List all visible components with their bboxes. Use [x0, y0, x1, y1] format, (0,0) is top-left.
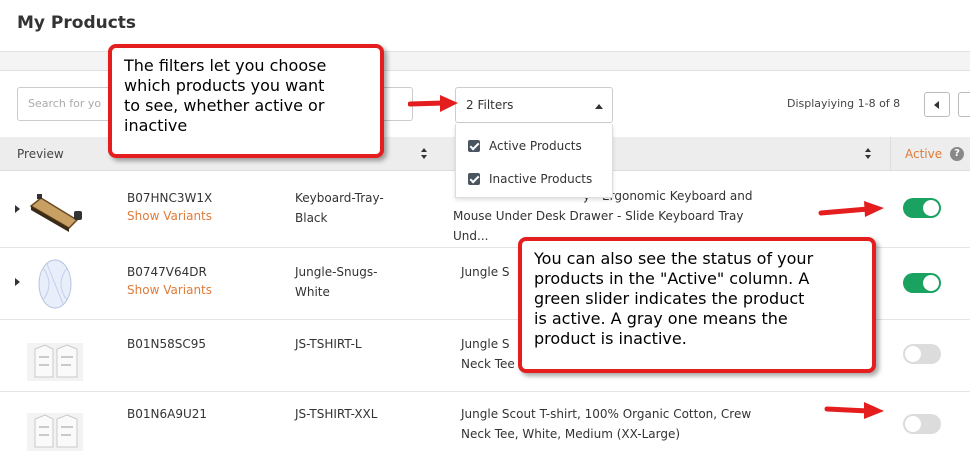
filters-menu: Active Products Inactive Products: [455, 124, 613, 198]
product-name: Jungle S: [461, 265, 510, 279]
filters-dropdown[interactable]: 2 Filters: [455, 87, 613, 123]
active-toggle[interactable]: [903, 414, 941, 434]
checkbox-checked-icon[interactable]: [468, 173, 480, 185]
sort-icon[interactable]: [865, 148, 873, 160]
product-thumbnail: [38, 259, 72, 309]
column-header-active[interactable]: Active ?: [890, 137, 970, 171]
arrow-right-icon: [824, 402, 884, 419]
expand-row-icon[interactable]: [15, 278, 20, 286]
filter-option-label: Inactive Products: [489, 172, 593, 186]
previous-page-button[interactable]: [924, 92, 950, 117]
toggle-knob: [923, 275, 939, 291]
arrow-right-icon: [408, 95, 458, 112]
active-toggle[interactable]: [903, 344, 941, 364]
callout-line: product is inactive.: [534, 329, 687, 348]
show-variants-link[interactable]: Show Variants: [127, 209, 212, 223]
product-thumbnail: [29, 194, 82, 232]
product-asin: B0747V64DR: [127, 265, 207, 279]
product-name: Neck Tee, White, Medium (XX-Large): [461, 427, 681, 441]
product-name: Neck Tee: [461, 357, 515, 371]
filter-option-inactive[interactable]: Inactive Products: [468, 172, 592, 186]
product-thumbnail: [27, 413, 83, 451]
product-sku: JS-TSHIRT-L: [295, 337, 362, 351]
callout-line: green slider indicates the product: [534, 289, 805, 308]
filter-option-active[interactable]: Active Products: [468, 139, 582, 153]
next-page-button[interactable]: [958, 92, 970, 117]
product-sku: Jungle-Snugs-White: [295, 265, 378, 299]
toggle-knob: [923, 200, 939, 216]
product-thumbnail: [27, 343, 83, 381]
product-name: Mouse Under Desk Drawer - Slide Keyboard…: [453, 209, 744, 223]
product-sku: Keyboard-Tray-Black: [295, 191, 384, 225]
callout-line: The filters let you choose: [124, 56, 327, 75]
filters-callout: The filters let you choose which product…: [108, 44, 384, 158]
callout-line: You can also see the status of your: [534, 249, 814, 268]
product-name: Jungle S: [461, 337, 510, 351]
show-variants-link[interactable]: Show Variants: [127, 283, 212, 297]
help-icon[interactable]: ?: [950, 147, 964, 161]
callout-line: which products you want: [124, 76, 325, 95]
callout-line: is active. A gray one means the: [534, 309, 788, 328]
arrow-right-icon: [818, 201, 884, 217]
pagination-label: Displayiying 1-8 of 8: [787, 97, 901, 110]
callout-line: to see, whether active or: [124, 96, 325, 115]
sort-icon[interactable]: [421, 148, 429, 160]
filters-label: 2 Filters: [466, 98, 514, 112]
product-sku: JS-TSHIRT-XXL: [295, 407, 378, 421]
product-name: Und...: [453, 229, 489, 243]
active-toggle[interactable]: [903, 198, 941, 218]
active-column-label: Active: [905, 147, 943, 161]
page-title: My Products: [17, 13, 137, 33]
expand-row-icon[interactable]: [15, 205, 20, 213]
callout-line: inactive: [124, 116, 188, 135]
status-callout: You can also see the status of your prod…: [518, 237, 876, 373]
caret-up-icon: [595, 104, 603, 109]
product-asin: B07HNC3W1X: [127, 191, 213, 205]
product-name: Jungle Scout T-shirt, 100% Organic Cotto…: [461, 407, 752, 421]
checkbox-checked-icon[interactable]: [468, 140, 480, 152]
toggle-knob: [905, 416, 921, 432]
callout-line: products in the "Active" column. A: [534, 269, 810, 288]
active-toggle[interactable]: [903, 273, 941, 293]
product-asin: B01N6A9U21: [127, 407, 208, 421]
filter-option-label: Active Products: [489, 139, 582, 153]
toggle-knob: [905, 346, 921, 362]
product-asin: B01N58SC95: [127, 337, 207, 351]
column-header-preview[interactable]: Preview: [17, 147, 64, 161]
